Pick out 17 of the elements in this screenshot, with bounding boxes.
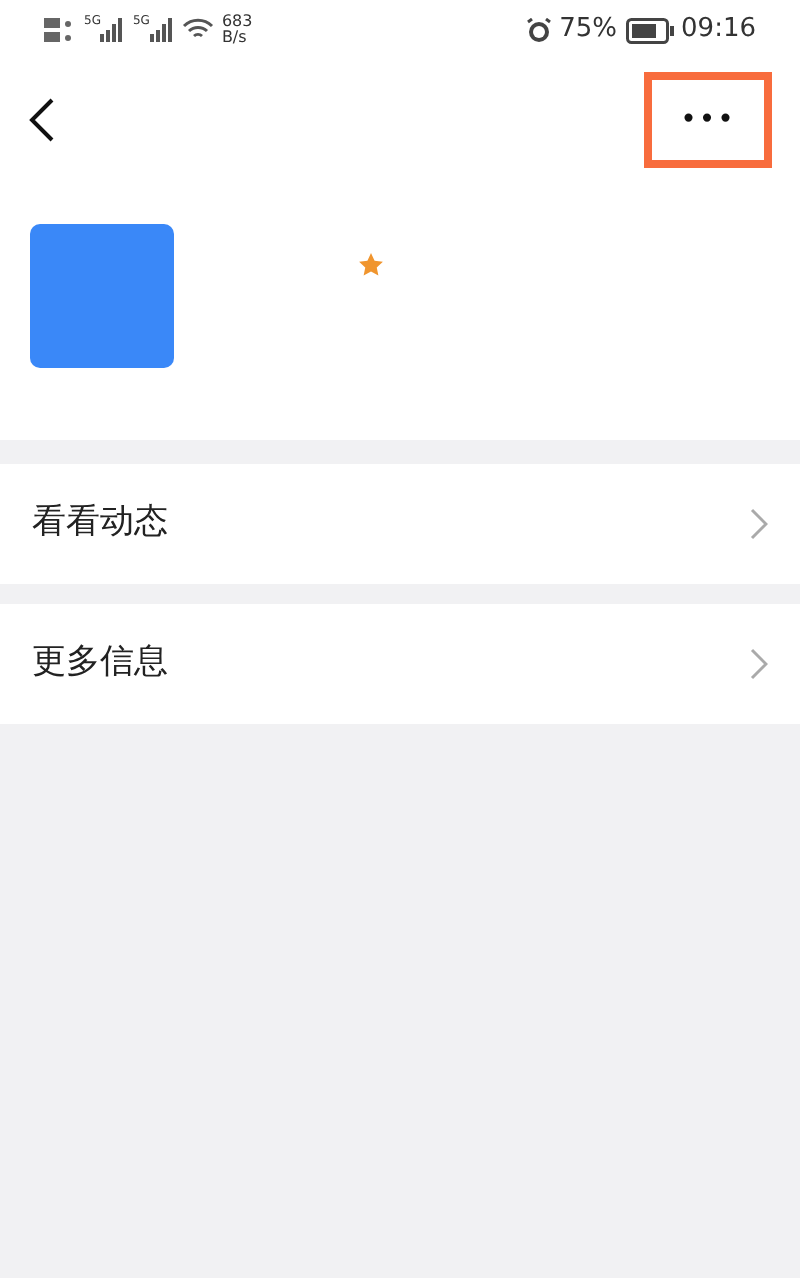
speed-value: 683 bbox=[221, 14, 253, 30]
alarm-icon bbox=[525, 17, 552, 43]
wifi-icon bbox=[181, 18, 214, 42]
battery-icon bbox=[625, 17, 674, 43]
avatar bbox=[30, 224, 174, 368]
sim-icon bbox=[44, 16, 76, 44]
chevron-icon bbox=[750, 508, 768, 540]
speed-unit: B/s bbox=[221, 30, 249, 46]
chevron-icon bbox=[750, 648, 768, 680]
more-button[interactable]: ••• bbox=[644, 72, 772, 168]
menu-item-label[interactable]: 看看动态 bbox=[32, 498, 168, 550]
signal-icon bbox=[149, 18, 174, 42]
clock-time: 09:16 bbox=[681, 12, 756, 49]
menu-item-label[interactable]: 更多信息 bbox=[32, 638, 168, 690]
back-icon[interactable] bbox=[28, 96, 56, 144]
battery-percentage: 75% bbox=[559, 12, 618, 49]
signal-icon bbox=[100, 18, 125, 42]
